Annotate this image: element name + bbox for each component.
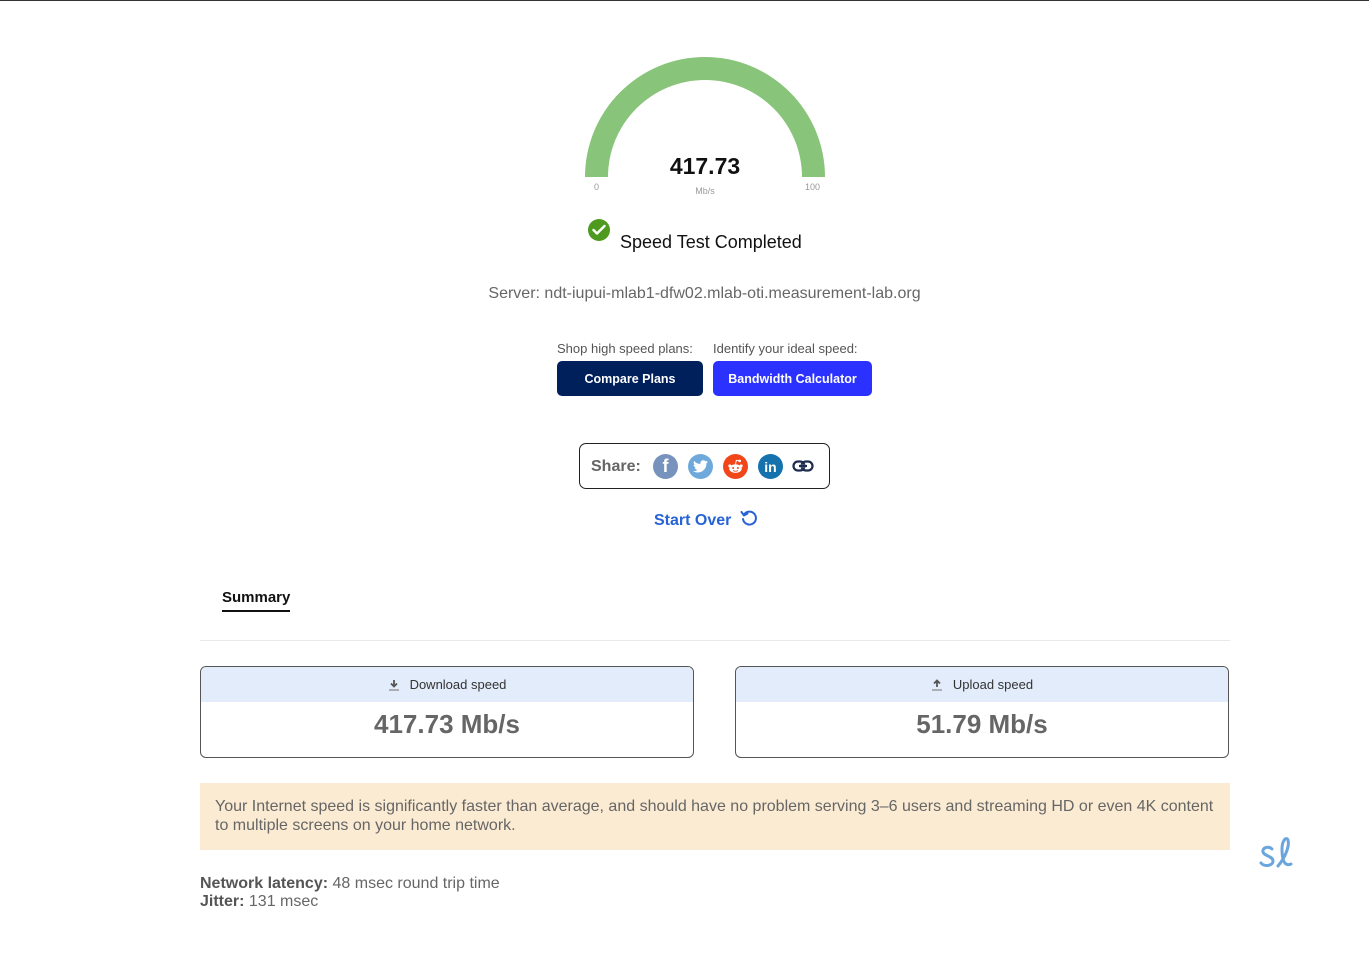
compare-plans-caption: Shop high speed plans:: [557, 341, 693, 356]
gauge-unit: Mb/s: [695, 186, 715, 196]
jitter-value: 131 msec: [248, 893, 319, 910]
start-over-label: Start Over: [654, 512, 732, 529]
download-icon: [388, 679, 399, 691]
check-circle-icon: [588, 219, 610, 241]
upload-icon: [931, 678, 942, 691]
download-speed-header: Download speed: [201, 667, 693, 702]
jitter-row: Jitter: 131 msec: [200, 893, 500, 911]
sl-logo-icon: [1259, 837, 1293, 868]
speed-gauge: 417.73 Mb/s 0 100: [580, 53, 830, 203]
compare-plans-button[interactable]: Compare Plans: [557, 361, 703, 396]
latency-value: 48 msec round trip time: [332, 875, 500, 892]
twitter-icon[interactable]: [688, 454, 713, 479]
share-box: Share: f in: [579, 443, 830, 489]
status-label: Speed Test Completed: [620, 232, 802, 252]
latency-label: Network latency:: [200, 875, 329, 892]
tab-summary[interactable]: Summary: [222, 589, 291, 612]
reddit-icon[interactable]: [723, 454, 748, 479]
bandwidth-calculator-group: Identify your ideal speed: Bandwidth Cal…: [713, 341, 872, 396]
server-info: Server: ndt-iupui-mlab1-dfw02.mlab-oti.m…: [488, 285, 921, 302]
gauge-max-label: 100: [805, 182, 821, 192]
compare-plans-group: Shop high speed plans: Compare Plans: [557, 341, 703, 396]
download-speed-value: 417.73 Mb/s: [374, 709, 520, 739]
gauge-value: 417.73: [669, 153, 741, 179]
upload-speed-value: 51.79 Mb/s: [916, 709, 1048, 739]
upload-speed-card: Upload speed 51.79 Mb/s: [735, 666, 1229, 758]
bandwidth-calculator-button[interactable]: Bandwidth Calculator: [713, 361, 872, 396]
gauge-min-label: 0: [594, 182, 600, 192]
start-over-link[interactable]: Start Over: [654, 509, 758, 530]
download-speed-card: Download speed 417.73 Mb/s: [200, 666, 694, 758]
site-logo[interactable]: [1258, 833, 1300, 875]
refresh-icon: [740, 510, 757, 526]
upload-speed-label: Upload speed: [952, 677, 1034, 692]
test-status: Speed Test Completed: [588, 219, 848, 259]
speed-assessment-note: Your Internet speed is significantly fas…: [200, 783, 1230, 850]
jitter-label: Jitter:: [200, 893, 245, 910]
linkedin-icon[interactable]: in: [758, 454, 783, 479]
latency-row: Network latency: 48 msec round trip time: [200, 875, 500, 893]
facebook-icon[interactable]: f: [653, 454, 678, 479]
network-metrics: Network latency: 48 msec round trip time…: [200, 875, 500, 911]
download-speed-label: Download speed: [409, 677, 507, 692]
share-label: Share:: [591, 458, 641, 475]
tab-divider: [200, 640, 1230, 641]
upload-speed-header: Upload speed: [736, 667, 1228, 702]
bandwidth-calculator-caption: Identify your ideal speed:: [713, 341, 858, 356]
link-icon[interactable]: [792, 458, 814, 474]
